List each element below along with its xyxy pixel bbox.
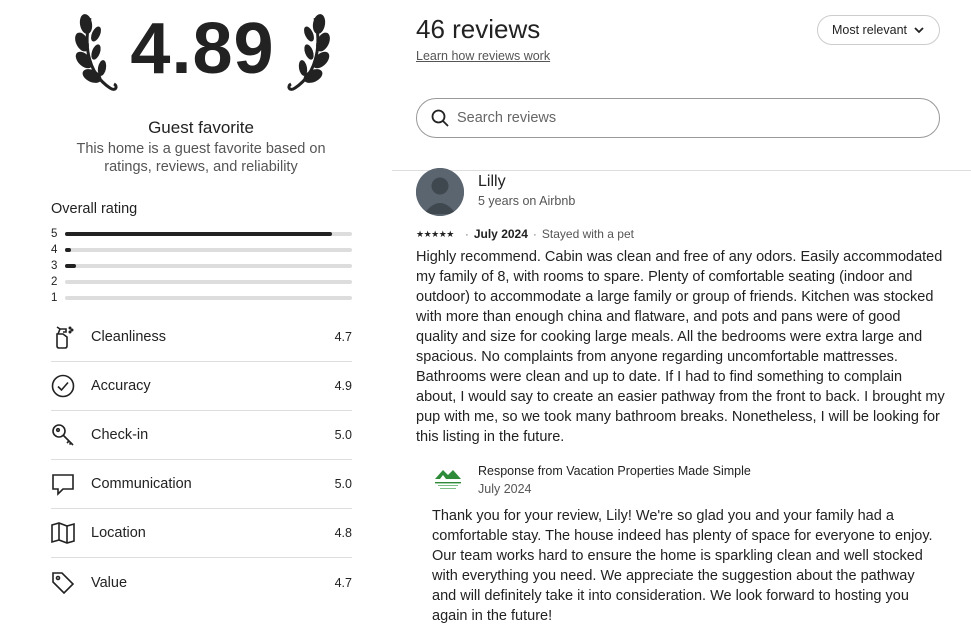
rating-bar-track [65,296,352,300]
category-location: Location 4.8 [51,509,352,558]
search-reviews-input[interactable] [457,110,917,126]
star-rating-icon: ★★★★★ [416,228,454,239]
rating-bar-row: 3 [51,258,352,274]
guest-favorite-title: Guest favorite [148,118,254,137]
response-body: Thank you for your review, Lily! We're s… [432,508,933,624]
rating-summary-panel: 4.89 Guest favorite This home is a guest… [0,0,392,630]
category-label: Communication [91,476,192,492]
search-icon [431,109,449,127]
divider [392,170,971,171]
review-info-line: ★★★★★ · July 2024 · Stayed with a pet [416,227,634,241]
host-logo-icon [432,462,464,494]
category-accuracy: Accuracy 4.9 [51,362,352,411]
chat-bubble-icon [51,472,75,496]
separator-dot: · [532,227,537,241]
search-reviews-box[interactable] [416,98,940,138]
rating-bar-track [65,248,352,252]
reviewer-name: Lilly [478,173,506,190]
category-label: Cleanliness [91,329,166,345]
review-body: Highly recommend. Cabin was clean and fr… [416,249,945,445]
spray-bottle-icon [51,325,75,349]
learn-how-reviews-work-link[interactable]: Learn how reviews work [416,49,550,63]
rating-bar-track [65,264,352,268]
rating-bar-label: 5 [51,228,58,240]
separator-dot: · [464,227,469,241]
rating-bar-row: 5 [51,226,352,242]
rating-bar-track [65,232,352,236]
category-cleanliness: Cleanliness 4.7 [51,313,352,362]
reviewer-tenure: 5 years on Airbnb [478,194,576,208]
category-label: Check-in [91,427,149,443]
category-ratings: Cleanliness 4.7 Accuracy 4.9 Check-in 5.… [51,313,352,607]
sort-dropdown[interactable]: Most relevant [817,15,940,45]
key-icon [51,423,75,447]
category-label: Value [91,574,128,591]
chevron-down-icon [914,27,924,34]
overall-rating-title: Overall rating [51,201,138,217]
rating-bar-fill [65,248,71,252]
avatar[interactable] [416,168,464,216]
laurel-right-icon [287,14,330,91]
map-icon [51,521,75,545]
category-communication: Communication 5.0 [51,460,352,509]
reviews-count-heading: 46 reviews [416,14,541,44]
category-value: Value 4.7 [51,558,352,607]
category-value: 4.7 [334,330,352,344]
response-title: Response from Vacation Properties Made S… [478,464,751,478]
rating-bar-label: 4 [51,244,58,256]
rating-bar-label: 1 [51,292,58,304]
rating-bar-label: 2 [51,276,58,288]
rating-bar-fill [65,264,77,268]
rating-bar-row: 4 [51,242,352,258]
rating-bar-track [65,280,352,284]
rating-bar-fill [65,232,332,236]
reviews-panel: 46 reviews Learn how reviews work Most r… [392,0,971,630]
rating-bar-label: 3 [51,260,58,272]
sort-label: Most relevant [831,23,908,37]
response-date: July 2024 [478,482,532,496]
rating-hero: 4.89 [70,6,335,102]
category-value: 5.0 [334,428,352,442]
rating-distribution: 5 4 3 2 1 [51,226,352,306]
category-value: 4.8 [334,526,352,540]
category-label: Location [91,525,146,541]
tag-icon [51,571,75,595]
review-date: July 2024 [473,227,528,241]
category-checkin: Check-in 5.0 [51,411,352,460]
category-value: 4.7 [334,575,352,590]
category-label: Accuracy [91,378,151,394]
rating-bar-row: 2 [51,274,352,290]
rating-bar-row: 1 [51,290,352,306]
review-trip-type: Stayed with a pet [541,227,634,241]
category-value: 4.9 [334,379,352,393]
category-value: 5.0 [334,477,352,491]
guest-favorite-description: This home is a guest favorite based on r… [76,141,326,175]
check-circle-icon [51,374,75,398]
